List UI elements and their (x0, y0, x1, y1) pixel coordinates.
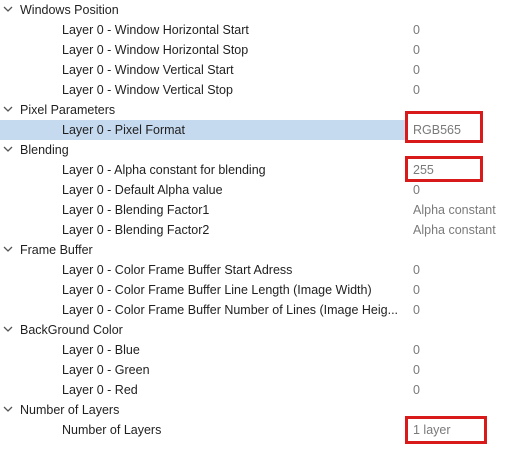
property-name: Layer 0 - Window Vertical Stop (62, 83, 233, 97)
property-name: Layer 0 - Window Horizontal Start (62, 23, 249, 37)
property-name: Layer 0 - Color Frame Buffer Number of L… (62, 303, 399, 317)
property-value[interactable]: 0 (405, 260, 516, 280)
chevron-down-icon[interactable] (3, 100, 15, 120)
property-name: Layer 0 - Color Frame Buffer Start Adres… (62, 263, 293, 277)
property-value[interactable]: 0 (405, 380, 516, 400)
category-frame-buffer[interactable]: Frame Buffer (0, 240, 516, 260)
property-value[interactable]: 0 (405, 60, 516, 80)
category-windows-position[interactable]: Windows Position (0, 0, 516, 20)
property-name: Layer 0 - Green (62, 363, 150, 377)
property-row[interactable]: Layer 0 - Window Horizontal Stop 0 (0, 40, 516, 60)
category-label: Number of Layers (20, 403, 120, 417)
property-name: Layer 0 - Default Alpha value (62, 183, 223, 197)
property-value[interactable]: Alpha constant (405, 220, 516, 240)
category-number-of-layers[interactable]: Number of Layers (0, 400, 516, 420)
property-row[interactable]: Number of Layers 1 layer (0, 420, 516, 440)
property-row[interactable]: Layer 0 - Default Alpha value 0 (0, 180, 516, 200)
property-row[interactable]: Layer 0 - Window Vertical Start 0 (0, 60, 516, 80)
property-value[interactable]: 0 (405, 80, 516, 100)
category-background-color[interactable]: BackGround Color (0, 320, 516, 340)
property-row[interactable]: Layer 0 - Color Frame Buffer Line Length… (0, 280, 516, 300)
property-grid: Windows Position Layer 0 - Window Horizo… (0, 0, 516, 450)
property-row[interactable]: Layer 0 - Red 0 (0, 380, 516, 400)
property-value[interactable]: 0 (405, 280, 516, 300)
property-name: Layer 0 - Blue (62, 343, 140, 357)
property-name: Layer 0 - Alpha constant for blending (62, 163, 266, 177)
property-value[interactable]: 0 (405, 180, 516, 200)
number-of-layers-field[interactable]: 1 layer (405, 420, 516, 440)
pixel-format-dropdown[interactable]: RGB565 (405, 120, 516, 140)
property-value[interactable]: 0 (405, 360, 516, 380)
category-label: Windows Position (20, 3, 119, 17)
property-value[interactable]: Alpha constant (405, 200, 516, 220)
property-name: Layer 0 - Blending Factor2 (62, 223, 210, 237)
chevron-down-icon[interactable] (3, 0, 15, 20)
category-label: BackGround Color (20, 323, 123, 337)
property-name: Number of Layers (62, 423, 162, 437)
property-row-selected[interactable]: Layer 0 - Pixel Format RGB565 (0, 120, 516, 140)
property-row[interactable]: Layer 0 - Blending Factor1 Alpha constan… (0, 200, 516, 220)
property-name: Layer 0 - Blending Factor1 (62, 203, 210, 217)
category-pixel-parameters[interactable]: Pixel Parameters (0, 100, 516, 120)
property-row[interactable]: Layer 0 - Blending Factor2 Alpha constan… (0, 220, 516, 240)
category-blending[interactable]: Blending (0, 140, 516, 160)
chevron-down-icon[interactable] (3, 140, 15, 160)
property-value[interactable]: 0 (405, 40, 516, 60)
category-label: Pixel Parameters (20, 103, 116, 117)
property-name: Layer 0 - Window Vertical Start (62, 63, 234, 77)
property-row[interactable]: Layer 0 - Color Frame Buffer Number of L… (0, 300, 516, 320)
property-name: Layer 0 - Color Frame Buffer Line Length… (62, 283, 372, 297)
property-name: Layer 0 - Red (62, 383, 138, 397)
category-label: Frame Buffer (20, 243, 93, 257)
property-value[interactable]: 0 (405, 340, 516, 360)
property-name: Layer 0 - Window Horizontal Stop (62, 43, 249, 57)
category-label: Blending (20, 143, 69, 157)
chevron-down-icon[interactable] (3, 320, 15, 340)
chevron-down-icon[interactable] (3, 400, 15, 420)
chevron-down-icon[interactable] (3, 240, 15, 260)
property-name: Layer 0 - Pixel Format (62, 123, 185, 137)
property-row[interactable]: Layer 0 - Green 0 (0, 360, 516, 380)
property-row[interactable]: Layer 0 - Window Horizontal Start 0 (0, 20, 516, 40)
property-value[interactable]: 0 (405, 20, 516, 40)
property-row[interactable]: Layer 0 - Window Vertical Stop 0 (0, 80, 516, 100)
alpha-constant-field[interactable]: 255 (405, 160, 516, 180)
property-value[interactable]: 0 (405, 300, 516, 320)
property-row[interactable]: Layer 0 - Blue 0 (0, 340, 516, 360)
property-row[interactable]: Layer 0 - Color Frame Buffer Start Adres… (0, 260, 516, 280)
property-row[interactable]: Layer 0 - Alpha constant for blending 25… (0, 160, 516, 180)
